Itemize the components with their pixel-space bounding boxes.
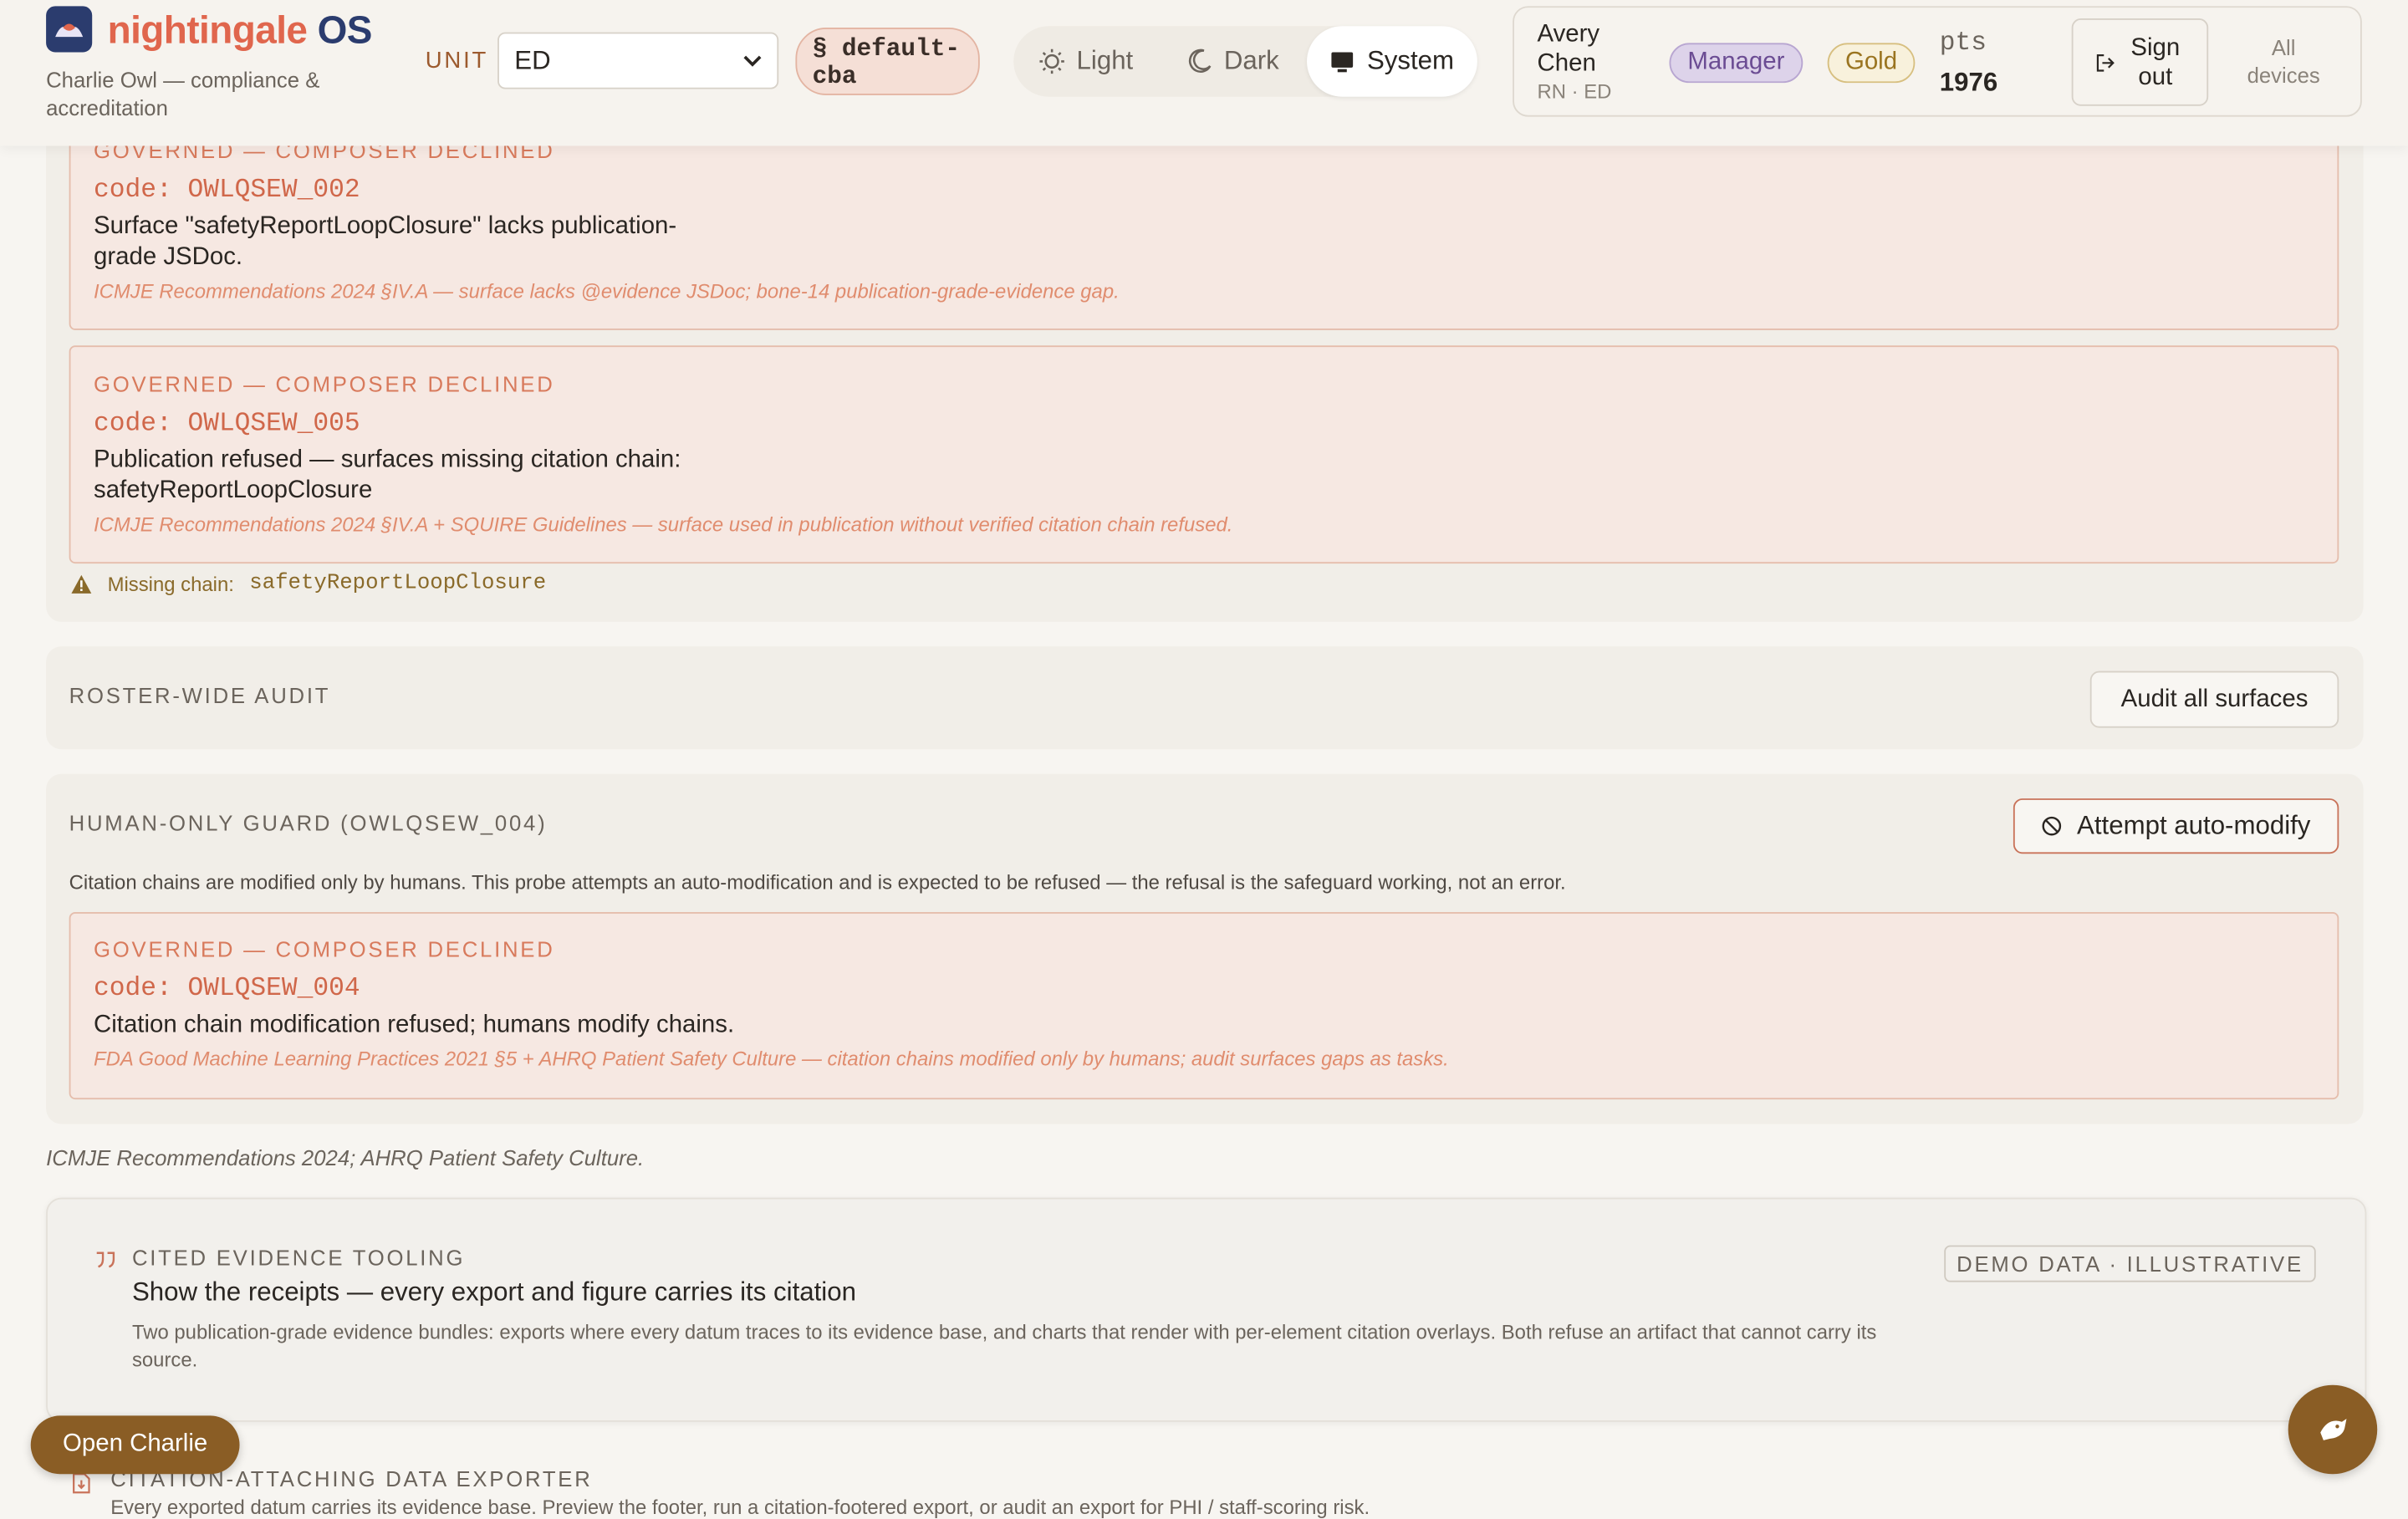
theme-dark-label: Dark [1223,46,1279,75]
charlie-owl-fab[interactable] [2288,1384,2378,1475]
brand-os: OS [317,9,373,53]
governed-citation: ICMJE Recommendations 2024 §IV.A + SQUIR… [94,512,1233,537]
brand-name: nightingale [107,9,308,53]
governed-citation: ICMJE Recommendations 2024 §IV.A — surfa… [94,279,1120,303]
exporter-description: Every exported datum carries its evidenc… [110,1495,1370,1519]
user-card: Avery Chen RN · ED Manager Gold pts 1976… [1513,6,2362,117]
warning-icon [71,573,92,593]
governed-message: Citation chain modification refused; hum… [94,1012,735,1038]
unit-label: UNIT [425,47,489,74]
sign-out-label: Sign out [2130,34,2181,90]
owl-icon [2320,1419,2347,1440]
attempt-auto-modify-button[interactable]: Attempt auto-modify [2013,798,2339,854]
governed-code: code: OWLQSEW_004 [94,975,360,1005]
all-devices-link[interactable]: All devices [2237,33,2329,89]
user-name: Avery Chen [1537,21,1600,77]
theme-toggle: Light Dark System [1013,26,1477,97]
attempt-auto-modify-label: Attempt auto-modify [2077,810,2311,840]
roster-audit-title: ROSTER-WIDE AUDIT [69,683,331,708]
demo-data-badge: DEMO DATA · ILLUSTRATIVE [1944,1245,2316,1282]
governed-label: GOVERNED — COMPOSER DECLINED [94,371,555,396]
download-file-icon [73,1473,90,1494]
missing-chain-row: Missing chain: safetyReportLoopClosure [70,571,547,596]
sun-icon [1039,48,1064,74]
evidence-description: Two publication-grade evidence bundles: … [131,1320,1877,1372]
cba-pill[interactable]: § default-cba [795,28,980,95]
references-footnote: ICMJE Recommendations 2024; AHRQ Patient… [46,1145,645,1170]
human-guard-title: HUMAN-ONLY GUARD (OWLQSEW_004) [69,810,548,836]
governed-code: code: OWLQSEW_005 [94,410,360,440]
nightingale-logo-icon[interactable] [46,6,93,53]
sign-out-icon [2095,54,2114,71]
governed-block-004: GOVERNED — COMPOSER DECLINED code: OWLQS… [69,911,2339,1100]
role-badge: Manager [1669,43,1803,84]
tier-badge: Gold [1827,43,1916,84]
governed-message: Publication refused — surfaces missing c… [94,446,681,504]
theme-light-label: Light [1076,46,1134,75]
moon-icon [1188,48,1212,73]
user-meta: RN · ED [1537,79,1612,104]
governed-block-002: GOVERNED — COMPOSER DECLINED code: OWLQS… [69,122,2339,330]
app-stage: nightingale OS Charlie Owl — compliance … [0,0,2408,1518]
governed-code: code: OWLQSEW_002 [94,176,360,206]
theme-light-button[interactable]: Light [1020,26,1152,96]
evidence-eyebrow: CITED EVIDENCE TOOLING [131,1245,466,1270]
governed-message: Surface "safetyReportLoopClosure" lacks … [94,213,677,271]
points-label: pts [1939,28,1987,59]
unit-select[interactable]: ED [497,32,779,89]
unit-value: ED [514,45,551,75]
human-guard-description: Citation chains are modified only by hum… [69,870,1566,894]
sign-out-button[interactable]: Sign out [2071,18,2209,106]
app-subtitle: Charlie Owl — compliance & accreditation [46,67,320,120]
theme-dark-button[interactable]: Dark [1167,26,1298,96]
governed-citation: FDA Good Machine Learning Practices 2021… [94,1047,1449,1071]
brand-title[interactable]: nightingale OS [107,9,373,54]
theme-system-label: System [1366,46,1455,75]
theme-system-button[interactable]: System [1307,26,1477,97]
missing-chain-value: safetyReportLoopClosure [249,571,547,596]
points-value: 1976 [1939,67,1998,97]
evidence-title: Show the receipts — every export and fig… [131,1277,856,1307]
missing-chain-label: Missing chain: [107,572,234,595]
governed-block-005: GOVERNED — COMPOSER DECLINED code: OWLQS… [69,345,2339,564]
roster-audit-panel [46,646,2364,750]
monitor-icon [1331,51,1354,72]
quote-icon [96,1251,115,1268]
audit-all-surfaces-button[interactable]: Audit all surfaces [2089,670,2339,728]
chevron-down-icon [743,54,762,66]
top-header: nightingale OS Charlie Owl — compliance … [0,0,2408,146]
governed-label: GOVERNED — COMPOSER DECLINED [94,936,555,961]
cited-evidence-card: CITED EVIDENCE TOOLING Show the receipts… [46,1197,2367,1422]
prohibited-icon [2043,816,2062,836]
open-charlie-button[interactable]: Open Charlie [30,1415,240,1475]
